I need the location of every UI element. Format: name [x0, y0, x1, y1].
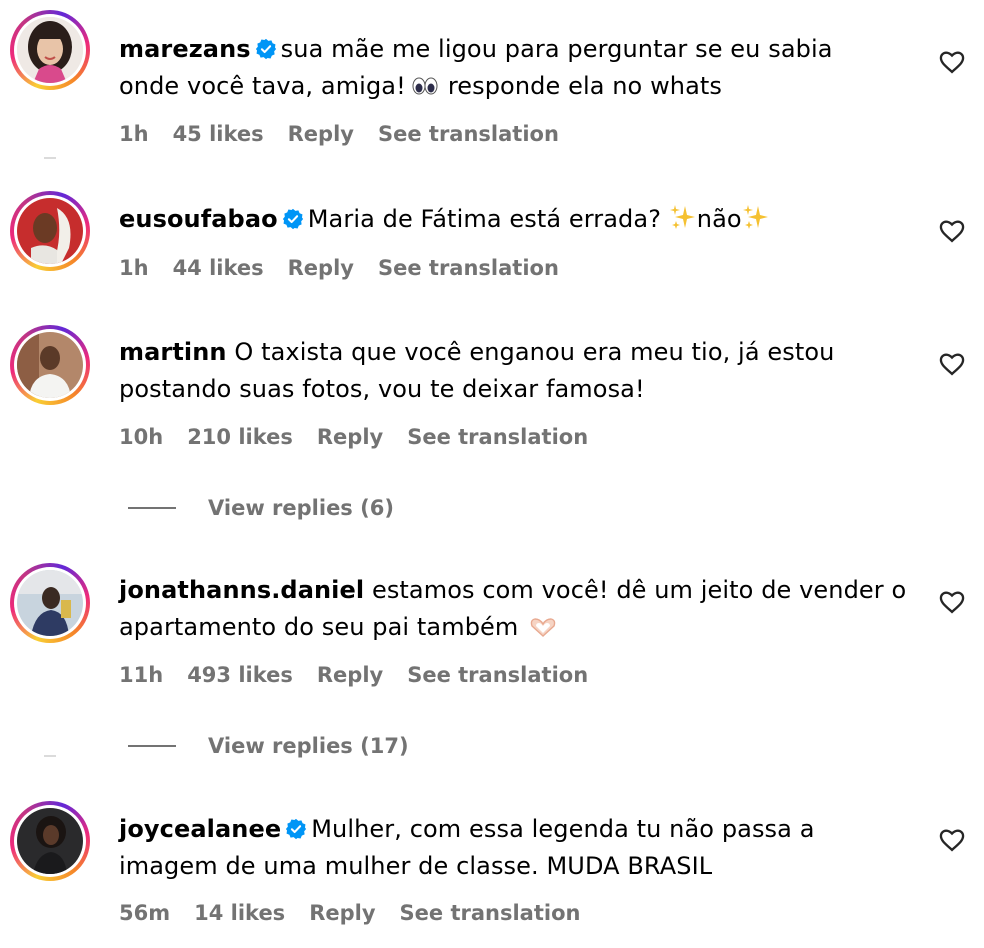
- avatar-jonathanns-daniel[interactable]: [10, 563, 90, 643]
- comment-time: 11h: [119, 663, 164, 687]
- divider: [44, 755, 56, 757]
- comment-text: responde ela no whats: [447, 72, 723, 100]
- avatar-marezans[interactable]: [10, 10, 90, 90]
- see-translation-button[interactable]: See translation: [407, 425, 588, 449]
- heart-hands-emoji-icon: [531, 618, 556, 637]
- reply-button[interactable]: Reply: [288, 256, 354, 280]
- eyes-emoji-icon: [412, 77, 438, 95]
- comment-text: O taxista que você enganou era meu tio, …: [234, 338, 835, 366]
- comment-text: apartamento do seu pai também: [119, 613, 519, 641]
- comment-username[interactable]: martinn: [119, 338, 227, 366]
- view-replies-button[interactable]: View replies (6): [128, 496, 394, 520]
- comment-text: onde você tava, amiga!: [119, 72, 406, 100]
- heart-outline-icon[interactable]: [938, 350, 966, 378]
- heart-outline-icon[interactable]: [938, 48, 966, 76]
- verified-badge-icon: [282, 208, 303, 230]
- avatar-martinn[interactable]: [10, 325, 90, 405]
- comment-text: não: [696, 205, 742, 233]
- see-translation-button[interactable]: See translation: [407, 663, 588, 687]
- see-translation-button[interactable]: See translation: [378, 256, 559, 280]
- view-replies-button[interactable]: View replies (17): [128, 734, 409, 758]
- reply-button[interactable]: Reply: [288, 122, 354, 146]
- comment-likes[interactable]: 44 likes: [173, 256, 264, 280]
- comment-time: 10h: [119, 425, 164, 449]
- comment-username[interactable]: eusoufabao: [119, 205, 278, 233]
- avatar-joycealanee[interactable]: [10, 801, 90, 881]
- comment-text: imagem de uma mulher de classe. MUDA BRA…: [119, 852, 713, 880]
- comment-time: 1h: [119, 122, 149, 146]
- replies-line: [128, 745, 176, 747]
- comment-text: Maria de Fátima está errada?: [307, 205, 662, 233]
- comment-likes[interactable]: 45 likes: [173, 122, 264, 146]
- comment-likes[interactable]: 210 likes: [187, 425, 293, 449]
- verified-badge-icon: [255, 38, 276, 60]
- reply-button[interactable]: Reply: [309, 901, 375, 925]
- sparkles-emoji-icon: [742, 205, 768, 229]
- heart-outline-icon[interactable]: [938, 826, 966, 854]
- comment-username[interactable]: marezans: [119, 35, 251, 63]
- comment-time: 1h: [119, 256, 149, 280]
- comment-username[interactable]: jonathanns.daniel: [119, 576, 364, 604]
- avatar-eusoufabao[interactable]: [10, 191, 90, 271]
- comment-likes[interactable]: 14 likes: [194, 901, 285, 925]
- comment-text: Mulher, com essa legenda tu não passa a: [311, 815, 815, 843]
- heart-outline-icon[interactable]: [938, 217, 966, 245]
- comment-text: estamos com você! dê um jeito de vender …: [371, 576, 907, 604]
- heart-outline-icon[interactable]: [938, 588, 966, 616]
- divider: [44, 157, 56, 159]
- see-translation-button[interactable]: See translation: [378, 122, 559, 146]
- see-translation-button[interactable]: See translation: [400, 901, 581, 925]
- sparkles-emoji-icon: [669, 205, 695, 229]
- view-replies-label[interactable]: View replies (6): [208, 496, 394, 520]
- comment-likes[interactable]: 493 likes: [187, 663, 293, 687]
- replies-line: [128, 507, 176, 509]
- comment-time: 56m: [119, 901, 171, 925]
- comment-text: sua mãe me ligou para perguntar se eu sa…: [280, 35, 833, 63]
- verified-badge-icon: [286, 818, 307, 840]
- reply-button[interactable]: Reply: [317, 425, 383, 449]
- comment-username[interactable]: joycealanee: [119, 815, 281, 843]
- comment-text: postando suas fotos, vou te deixar famos…: [119, 375, 645, 403]
- view-replies-label[interactable]: View replies (17): [208, 734, 409, 758]
- reply-button[interactable]: Reply: [317, 663, 383, 687]
